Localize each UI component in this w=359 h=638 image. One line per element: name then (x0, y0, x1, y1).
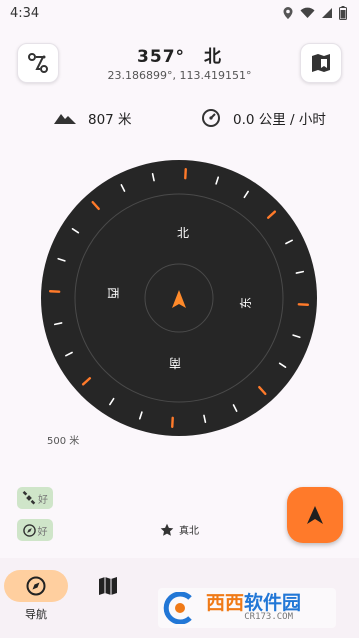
mountain-icon (54, 114, 76, 124)
true-north-label: 真北 (179, 526, 199, 537)
status-time: 4:34 (10, 5, 40, 21)
label-west: 西 (106, 287, 120, 299)
compass-dial[interactable]: 北 东 南 西 (41, 160, 317, 436)
battery-icon (339, 6, 347, 20)
nav-pill-selected (4, 570, 68, 602)
scale-label: 500 米 (47, 436, 80, 447)
compass-icon (22, 523, 36, 537)
star-icon (160, 523, 174, 536)
nav-item-navigation[interactable]: 导航 (4, 570, 68, 622)
watermark-sub: CR173.COM (244, 612, 294, 622)
heading-degrees: 357° (137, 47, 186, 67)
nav-item-map[interactable] (76, 570, 140, 602)
speedometer-icon (202, 109, 220, 127)
compass-svg: 北 东 南 西 (41, 160, 317, 436)
gps-status-text: 好 (38, 494, 48, 506)
speed-info: 0.0 公里 / 小时 (201, 108, 326, 128)
navigate-fab[interactable] (287, 487, 343, 543)
status-icons (282, 6, 347, 20)
satellite-icon (22, 491, 36, 505)
sensor-status-chip: 好 (17, 519, 53, 541)
label-north: 北 (177, 226, 189, 240)
heading-display: 357° 北 (0, 42, 359, 67)
watermark-logo-icon (163, 592, 192, 624)
altitude-info: 807 米 (54, 108, 132, 128)
status-bar: 4:34 (0, 0, 359, 26)
sensor-status-text: 好 (37, 526, 48, 538)
map-icon (99, 577, 117, 595)
watermark-text-a: 西西 (206, 592, 245, 614)
nav-label-navigation: 导航 (25, 608, 47, 621)
heading-direction: 北 (203, 47, 222, 67)
label-east: 东 (239, 297, 253, 309)
gps-status-chip: 好 (17, 487, 53, 509)
navigation-arrow-icon (307, 506, 323, 524)
location-icon (283, 7, 293, 19)
watermark-logo: 西西软件园 CR173.COM (158, 588, 336, 628)
compass-icon (26, 576, 46, 596)
watermark-text-b: 软件园 (244, 592, 302, 614)
altitude-value: 807 米 (88, 112, 132, 128)
speed-value: 0.0 公里 / 小时 (233, 112, 326, 128)
true-north-indicator[interactable]: 真北 (160, 522, 199, 537)
wifi-icon (300, 7, 315, 19)
label-south: 南 (169, 356, 181, 371)
coordinates: 23.186899°, 113.419151° (107, 69, 252, 82)
signal-icon (322, 8, 332, 18)
